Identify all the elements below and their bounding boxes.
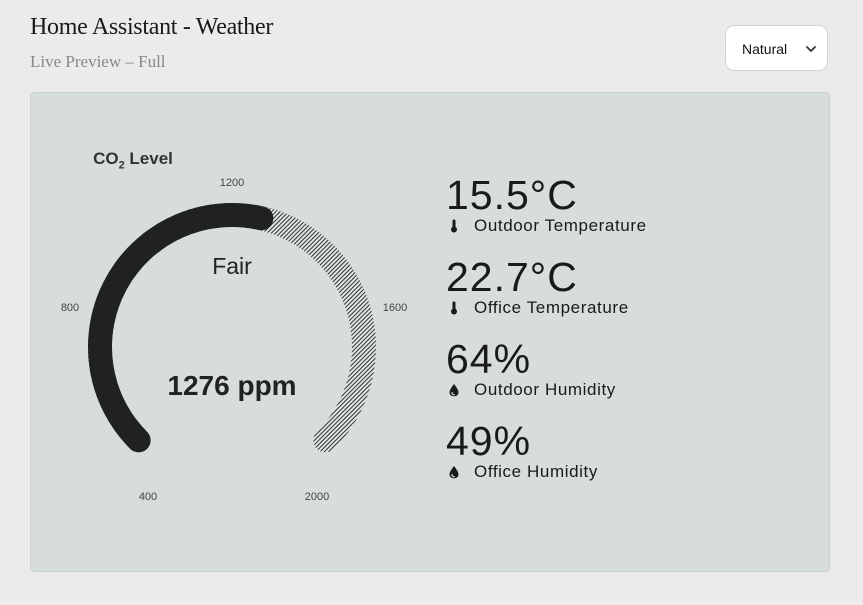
reading-label: Office Humidity: [474, 462, 598, 481]
gauge-tick-1600: 1600: [383, 302, 407, 314]
gauge-value: 1276 ppm: [167, 370, 296, 401]
chevron-down-icon: [806, 46, 816, 52]
co2-gauge: 400 800 1200 1600 2000 Fair 1276 ppm: [61, 177, 407, 503]
droplet-icon: [449, 384, 459, 397]
reading-office-humidity: 49% Office Humidity: [446, 418, 597, 484]
reading-value: 22.7°C: [446, 254, 578, 300]
gauge-tick-400: 400: [139, 491, 157, 503]
gauge-filled-arc: [87, 203, 274, 453]
reading-label: Office Temperature: [474, 298, 629, 317]
thermometer-icon: [451, 219, 457, 233]
reading-label: Outdoor Temperature: [474, 216, 647, 235]
page-subtitle: Live Preview – Full: [30, 52, 166, 71]
theme-select-value: Natural: [742, 41, 788, 57]
reading-value: 15.5°C: [446, 172, 578, 218]
thermometer-icon: [451, 301, 457, 315]
reading-label: Outdoor Humidity: [474, 380, 616, 399]
reading-outdoor-humidity: 64% Outdoor Humidity: [446, 336, 615, 402]
reading-value: 64%: [446, 336, 532, 382]
page-title: Home Assistant - Weather: [30, 14, 274, 40]
gauge-status: Fair: [212, 253, 252, 279]
reading-value: 49%: [446, 418, 532, 464]
gauge-tick-1200: 1200: [220, 177, 244, 189]
gauge-tick-800: 800: [61, 302, 79, 314]
droplet-icon: [449, 466, 459, 479]
gauge-tick-2000: 2000: [305, 491, 329, 503]
reading-office-temperature: 22.7°C Office Temperature: [446, 254, 628, 320]
theme-select[interactable]: Natural: [725, 25, 828, 71]
reading-outdoor-temperature: 15.5°C Outdoor Temperature: [446, 172, 646, 238]
